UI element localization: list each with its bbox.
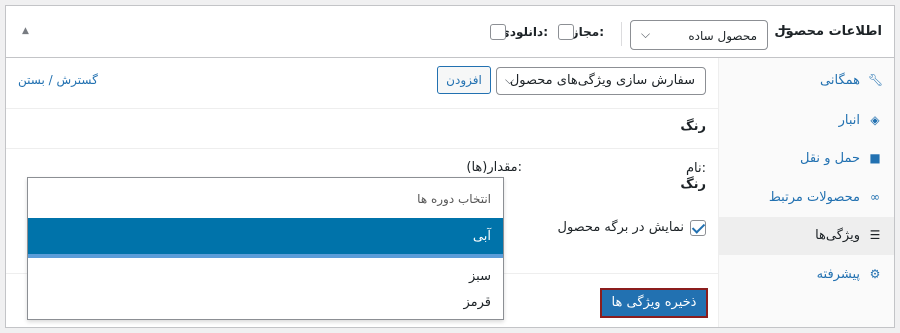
tag-icon: ◈ — [870, 113, 880, 127]
attribute-title: رنگ — [680, 119, 706, 134]
title-dash: — — [778, 22, 791, 37]
tab-label: پیشرفته — [816, 267, 860, 282]
attribute-select-value: سفارش سازی ویژگی‌های محصول — [509, 73, 695, 88]
panel-header: اطلاعات محصول — محصول ساده ⌵ مجازی: دانل… — [6, 6, 894, 58]
downloadable-label: دانلودی: — [498, 25, 548, 39]
attribute-values-label: مقدار(ها): — [466, 160, 522, 175]
product-data-tabs: 🔧︎ همگانی ◈ انبار ■ حمل و نقل ∞ محصولات … — [718, 58, 894, 327]
product-type-select[interactable]: محصول ساده ⌵ — [630, 20, 768, 50]
dropdown-option-red[interactable]: قرمز — [28, 284, 503, 320]
collapse-arrow-icon[interactable]: ▲ — [22, 26, 29, 36]
add-attribute-button[interactable]: افزودن — [437, 66, 491, 94]
dropdown-option-blue[interactable]: آبی — [28, 218, 503, 254]
downloadable-checkbox[interactable] — [490, 24, 506, 40]
option-label: قرمز — [463, 295, 491, 310]
truck-icon: ■ — [869, 151, 881, 165]
virtual-checkbox[interactable] — [558, 24, 574, 40]
chevron-down-icon: ⌵ — [505, 73, 515, 87]
attribute-taxonomy-select[interactable]: سفارش سازی ویژگی‌های محصول ⌵ — [496, 67, 706, 95]
visible-on-product-page-label: نمایش در برگه محصول — [557, 220, 685, 235]
visible-on-product-page-checkbox[interactable] — [690, 220, 706, 236]
tab-inventory[interactable]: ◈ انبار — [718, 102, 894, 140]
tab-general[interactable]: 🔧︎ همگانی — [718, 62, 894, 100]
product-type-value: محصول ساده — [688, 29, 757, 43]
attributes-toolbar: سفارش سازی ویژگی‌های محصول ⌵ افزودن گستر… — [6, 58, 718, 109]
tab-label: انبار — [838, 113, 860, 128]
wrench-icon: 🔧︎ — [868, 73, 884, 87]
option-label: آبی — [472, 229, 491, 244]
tab-attributes[interactable]: ☰ ویژگی‌ها — [718, 217, 894, 255]
attribute-name-value: رنگ — [680, 177, 706, 192]
tab-label: حمل و نقل — [800, 151, 860, 166]
terms-search-placeholder: انتخاب دوره ها — [417, 192, 491, 206]
list-icon: ☰ — [869, 228, 881, 242]
expand-collapse-link[interactable]: گسترش / بستن — [18, 73, 98, 87]
gear-icon: ⚙ — [869, 267, 881, 281]
attribute-row-header[interactable]: رنگ — [6, 109, 718, 149]
tab-shipping[interactable]: ■ حمل و نقل — [718, 140, 894, 178]
header-divider — [621, 22, 622, 46]
option-label: سبز — [469, 269, 491, 284]
tab-label: محصولات مرتبط — [768, 190, 860, 205]
attribute-name-label: نام: — [685, 161, 706, 176]
tab-label: همگانی — [820, 73, 860, 88]
save-attributes-button[interactable]: ذخیره ویژگی ها — [600, 288, 708, 318]
chevron-down-icon: ⌵ — [641, 27, 651, 41]
link-icon: ∞ — [870, 190, 880, 204]
terms-search-field[interactable]: انتخاب دوره ها — [28, 178, 503, 218]
tab-advanced[interactable]: ⚙ پیشرفته — [718, 256, 894, 294]
tab-linked-products[interactable]: ∞ محصولات مرتبط — [718, 179, 894, 217]
tab-label: ویژگی‌ها — [815, 228, 860, 243]
terms-dropdown: انتخاب دوره ها آبی سبز قرمز — [27, 177, 504, 320]
